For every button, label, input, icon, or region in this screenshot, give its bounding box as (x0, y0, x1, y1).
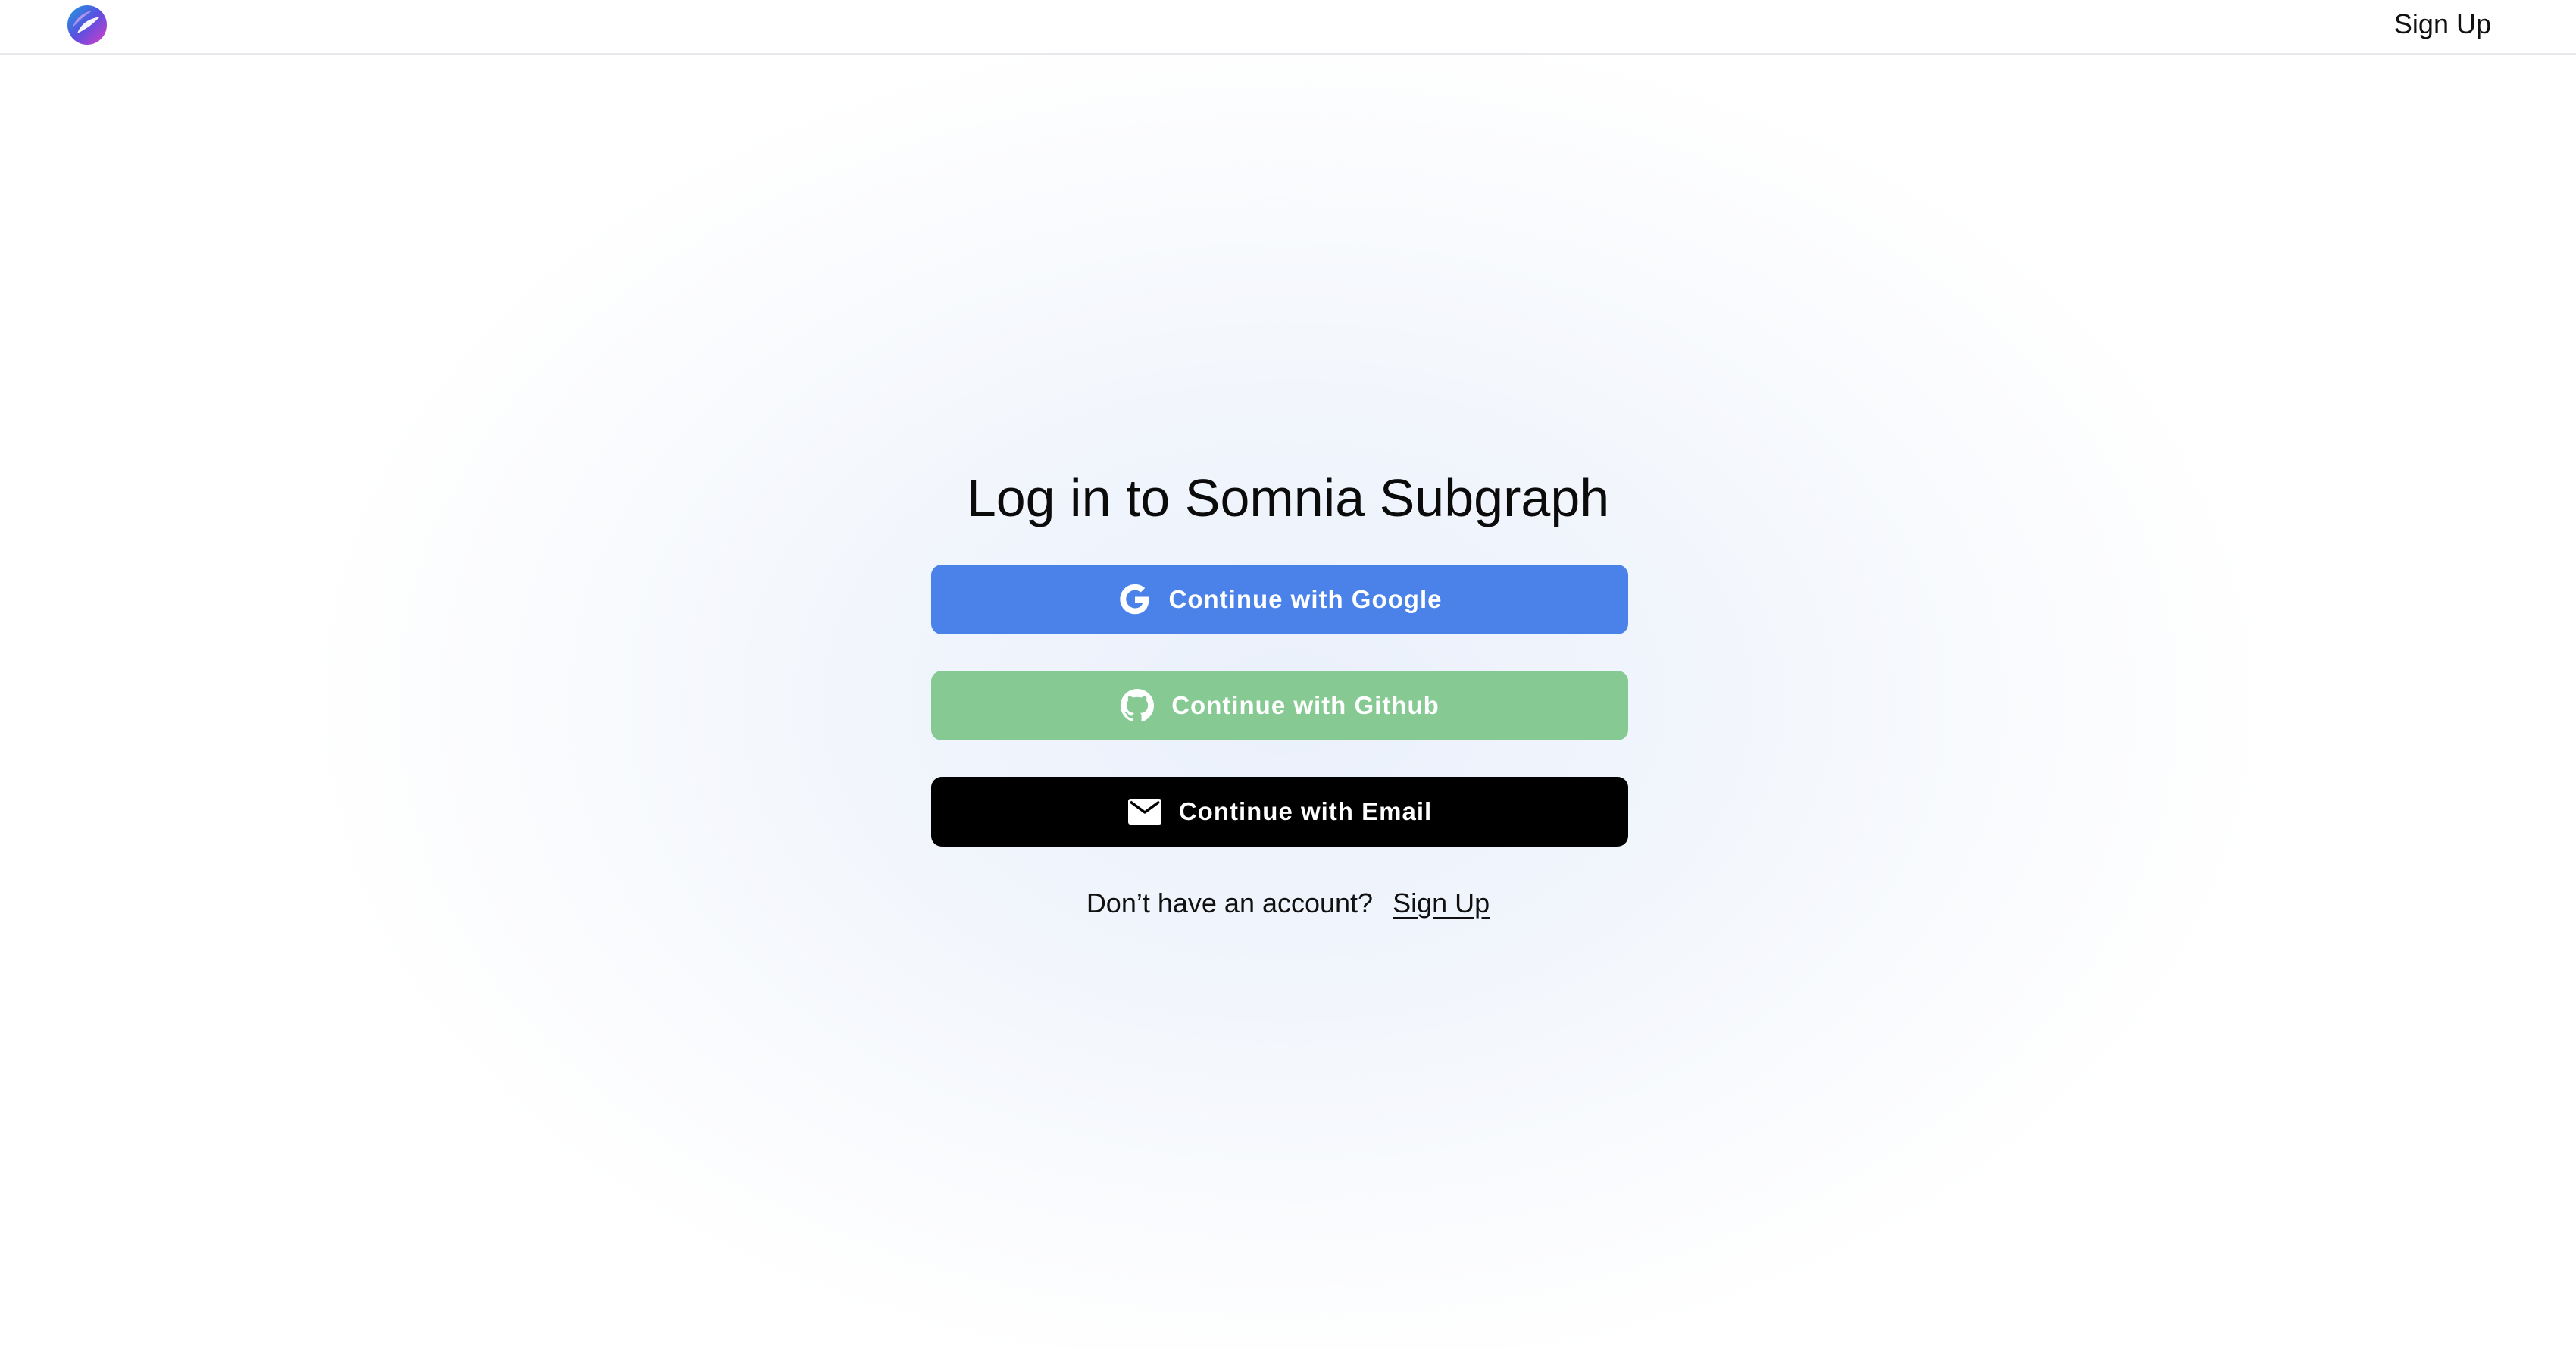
continue-with-google-button[interactable]: Continue with Google (931, 565, 1628, 634)
no-account-text: Don’t have an account? (1086, 887, 1374, 919)
continue-with-email-button[interactable]: Continue with Email (931, 777, 1628, 847)
mail-icon (1127, 794, 1162, 829)
google-button-label: Continue with Google (1168, 585, 1443, 613)
header-signup-link[interactable]: Sign Up (2394, 8, 2491, 41)
google-icon (1118, 582, 1152, 617)
continue-with-github-button[interactable]: Continue with Github (931, 671, 1628, 740)
signup-prompt: Don’t have an account? Sign Up (0, 885, 2576, 922)
somnia-logo-icon[interactable] (67, 5, 108, 45)
top-navigation-bar: Sign Up (0, 0, 2576, 55)
github-button-label: Continue with Github (1171, 691, 1440, 719)
github-icon (1120, 688, 1155, 723)
page-title: Log in to Somnia Subgraph (966, 468, 1610, 527)
email-button-label: Continue with Email (1178, 797, 1433, 825)
signup-link[interactable]: Sign Up (1393, 887, 1490, 919)
login-page: Sign Up Log in to Somnia Subgraph Contin… (0, 0, 2576, 1349)
